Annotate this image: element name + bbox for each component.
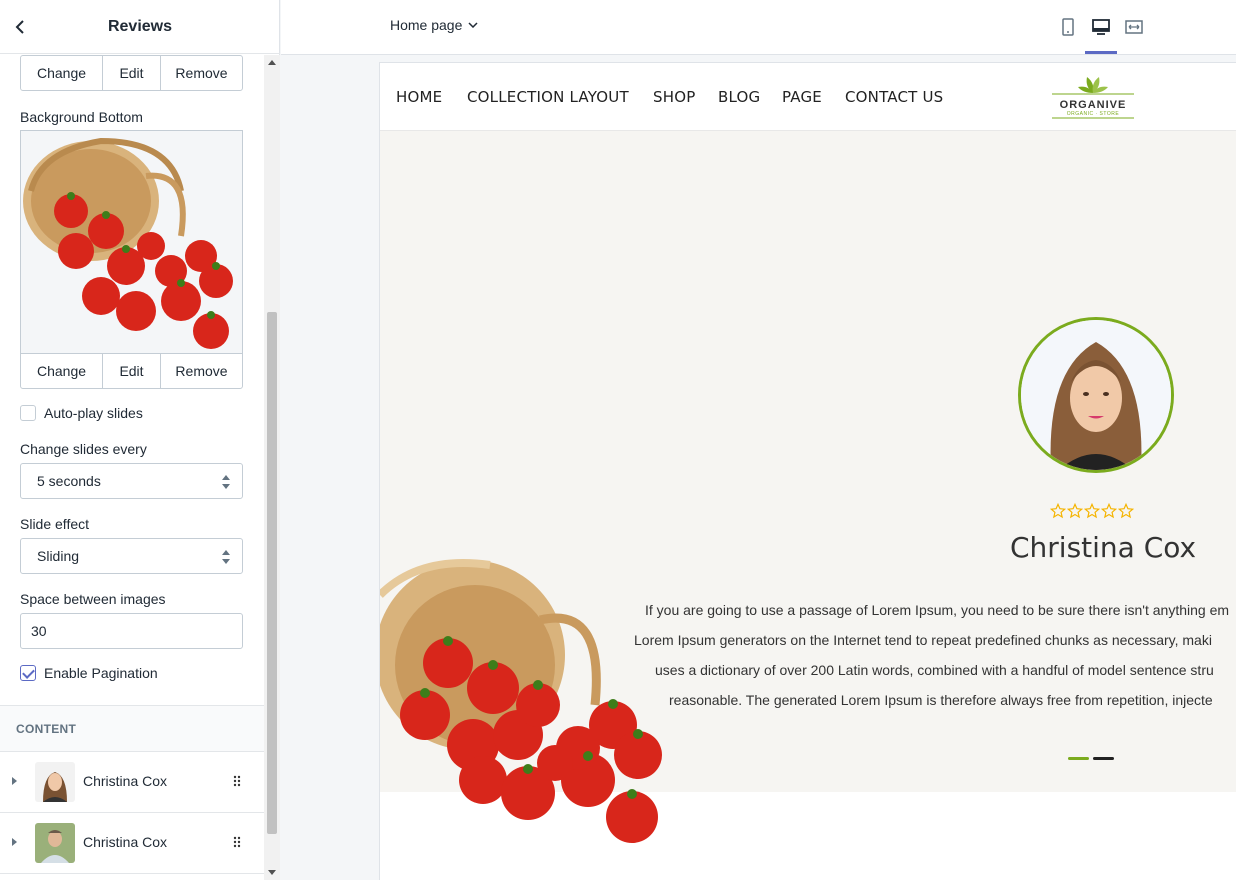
review-text: If you are going to use a passage of Lor…	[600, 595, 1236, 715]
sidebar-header: Reviews	[0, 0, 280, 54]
chevron-down-icon	[468, 22, 478, 28]
change-image-button[interactable]: Change	[21, 56, 102, 90]
review-line: Lorem Ipsum generators on the Internet t…	[634, 632, 1212, 648]
desktop-icon[interactable]	[1090, 16, 1112, 38]
pagination-dot-active[interactable]	[1068, 757, 1089, 760]
review-block-item[interactable]: Christina Cox	[0, 752, 264, 813]
background-bottom-image[interactable]	[20, 130, 243, 353]
reviewer-thumbnail	[35, 762, 75, 802]
drag-handle-icon[interactable]	[233, 836, 241, 848]
scroll-down-arrow-icon[interactable]	[268, 870, 276, 875]
expand-caret-icon[interactable]	[12, 838, 17, 846]
nav-blog[interactable]: BLOG	[718, 88, 760, 106]
autoplay-checkbox[interactable]	[20, 405, 36, 421]
select-arrows-icon	[222, 550, 230, 564]
pagination-dot[interactable]	[1093, 757, 1114, 760]
sidebar-scrollbar[interactable]	[264, 55, 280, 880]
background-bottom-label: Background Bottom	[20, 109, 143, 125]
star-icon	[1084, 503, 1100, 519]
slider-pagination	[1068, 757, 1114, 760]
nav-collection-layout[interactable]: COLLECTION LAYOUT	[467, 88, 629, 106]
autoplay-label: Auto-play slides	[44, 405, 143, 421]
page-selector-label: Home page	[390, 17, 463, 33]
remove-image-button[interactable]: Remove	[160, 354, 242, 388]
editor-topbar: Home page	[281, 0, 1236, 55]
sidebar-title: Reviews	[107, 17, 173, 35]
mobile-icon[interactable]	[1057, 16, 1079, 38]
review-block-name: Christina Cox	[83, 773, 168, 789]
edit-image-button[interactable]: Edit	[102, 354, 160, 388]
slide-effect-value: Sliding	[37, 548, 80, 564]
nav-home[interactable]: HOME	[396, 88, 442, 106]
select-arrows-icon	[222, 475, 230, 489]
scrollbar-thumb[interactable]	[267, 312, 277, 834]
store-logo[interactable]: ORGANIVE ORGANIC · STORE	[1050, 75, 1136, 123]
slide-effect-label: Slide effect	[20, 516, 90, 532]
star-icon	[1118, 503, 1134, 519]
star-icon	[1067, 503, 1083, 519]
review-rating	[1050, 503, 1134, 519]
theme-editor-sidebar: Reviews Change Edit Remove Background Bo…	[0, 0, 280, 880]
review-line: If you are going to use a passage of Lor…	[645, 602, 1230, 618]
pagination-checkbox[interactable]	[20, 665, 36, 681]
review-line: reasonable. The generated Lorem Ipsum is…	[669, 692, 1213, 708]
drag-handle-icon[interactable]	[233, 775, 241, 787]
change-slides-value: 5 seconds	[37, 473, 101, 489]
review-line: uses a dictionary of over 200 Latin word…	[655, 662, 1214, 678]
star-icon	[1050, 503, 1066, 519]
page-selector[interactable]: Home page	[390, 17, 478, 33]
expand-caret-icon[interactable]	[12, 777, 17, 785]
change-slides-label: Change slides every	[20, 441, 147, 457]
space-between-input[interactable]: 30	[20, 613, 243, 649]
remove-image-button[interactable]: Remove	[160, 56, 242, 90]
store-preview: HOME COLLECTION LAYOUT SHOP BLOG PAGE CO…	[380, 63, 1236, 880]
slide-effect-select[interactable]: Sliding	[20, 538, 243, 574]
space-between-label: Space between images	[20, 591, 166, 607]
reviewer-thumbnail	[35, 823, 75, 863]
pagination-label: Enable Pagination	[44, 665, 158, 681]
scroll-up-arrow-icon[interactable]	[268, 60, 276, 65]
back-arrow-icon[interactable]	[10, 16, 32, 38]
review-block-item[interactable]: Christina Cox	[0, 813, 264, 874]
content-section-heading: CONTENT	[0, 705, 264, 752]
tomato-basket-image	[23, 137, 233, 349]
edit-image-button[interactable]: Edit	[102, 56, 160, 90]
sidebar-settings: Change Edit Remove Background Bottom Cha…	[0, 55, 264, 880]
logo-name: ORGANIVE	[1059, 99, 1127, 111]
review-block-name: Christina Cox	[83, 834, 168, 850]
change-slides-select[interactable]: 5 seconds	[20, 463, 243, 499]
star-icon	[1101, 503, 1117, 519]
change-image-button[interactable]: Change	[21, 354, 102, 388]
logo-tagline: ORGANIC · STORE	[1066, 111, 1120, 117]
autoplay-setting[interactable]: Auto-play slides	[20, 405, 143, 421]
reviewer-avatar	[1018, 317, 1174, 473]
nav-shop[interactable]: SHOP	[653, 88, 695, 106]
active-view-indicator	[1085, 51, 1117, 54]
top-image-buttons: Change Edit Remove	[20, 55, 243, 91]
bottom-image-buttons: Change Edit Remove	[20, 353, 243, 389]
fullwidth-icon[interactable]	[1123, 16, 1145, 38]
tomato-basket-decoration	[380, 559, 662, 843]
store-navigation: HOME COLLECTION LAYOUT SHOP BLOG PAGE CO…	[380, 63, 1236, 131]
nav-page[interactable]: PAGE	[782, 88, 822, 106]
nav-contact-us[interactable]: CONTACT US	[845, 88, 943, 106]
pagination-setting[interactable]: Enable Pagination	[20, 665, 158, 681]
reviewer-name: Christina Cox	[1010, 531, 1197, 564]
